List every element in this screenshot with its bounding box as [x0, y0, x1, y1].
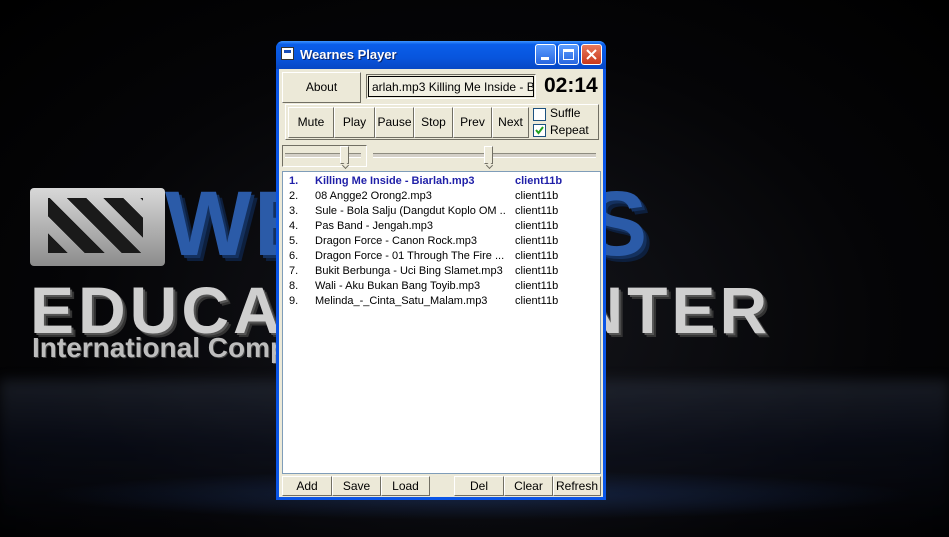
playlist-name: Pas Band - Jengah.mp3: [315, 220, 434, 232]
wallpaper-logo: [30, 188, 165, 266]
pause-button[interactable]: Pause: [375, 107, 414, 138]
add-button-label: Add: [296, 479, 318, 493]
playlist-row[interactable]: 8. Wali - Aku Bukan Bang Toyib.mp3 client1…: [283, 280, 600, 295]
stop-button[interactable]: Stop: [414, 107, 453, 138]
shuffle-checkbox[interactable]: [533, 108, 546, 121]
window-client-area: About arlah.mp3 Killing Me Inside - Bi 0…: [279, 69, 603, 497]
mute-button[interactable]: Mute: [288, 107, 334, 138]
load-button-label: Load: [392, 479, 419, 493]
add-button[interactable]: Add: [282, 476, 332, 496]
playlist-row[interactable]: 9. Melinda_-_Cinta_Satu_Malam.mp3 client11…: [283, 295, 600, 310]
playlist[interactable]: 1. Killing Me Inside - Biarlah.mp3 client1…: [282, 171, 601, 474]
repeat-checkbox[interactable]: [533, 124, 546, 137]
playlist-num: 7.: [289, 265, 299, 277]
playlist-owner: client11b: [515, 205, 559, 217]
now-playing-text: arlah.mp3 Killing Me Inside - Bi: [368, 76, 534, 97]
playlist-num: 4.: [289, 220, 299, 232]
playlist-name: 08 Angge2 Orong2.mp3: [315, 190, 432, 202]
playlist-num: 8.: [289, 280, 299, 292]
save-button-label: Save: [342, 479, 371, 493]
app-icon[interactable]: [281, 47, 294, 60]
about-button[interactable]: About: [282, 72, 361, 103]
playlist-name: Melinda_-_Cinta_Satu_Malam.mp3: [315, 295, 488, 307]
playlist-owner: client11b: [515, 175, 563, 187]
playlist-name: Bukit Berbunga - Uci Bing Slamet.mp3: [315, 265, 503, 277]
close-icon: [586, 49, 597, 60]
playlist-num: 9.: [289, 295, 299, 307]
playlist-owner: client11b: [515, 250, 559, 262]
playlist-num: 6.: [289, 250, 299, 262]
clear-button[interactable]: Clear: [504, 476, 553, 496]
repeat-label: Repeat: [550, 123, 589, 137]
playlist-row[interactable]: 5. Dragon Force - Canon Rock.mp3 client11b: [283, 235, 600, 250]
playlist-num: 5.: [289, 235, 299, 247]
next-button[interactable]: Next: [492, 107, 529, 138]
window-title: Wearnes Player: [300, 47, 397, 62]
playlist-owner: client11b: [515, 280, 559, 292]
load-button[interactable]: Load: [381, 476, 430, 496]
shuffle-label: Suffle: [550, 106, 581, 120]
playlist-num: 2.: [289, 190, 299, 202]
prev-button[interactable]: Prev: [453, 107, 492, 138]
refresh-button[interactable]: Refresh: [553, 476, 601, 496]
playlist-owner: client11b: [515, 190, 559, 202]
checkmark-icon: [535, 126, 544, 135]
playlist-owner: client11b: [515, 295, 559, 307]
seek-slider-thumb[interactable]: [484, 146, 494, 164]
delete-button[interactable]: Del: [454, 476, 504, 496]
playlist-row[interactable]: 1. Killing Me Inside - Biarlah.mp3 client1…: [283, 175, 600, 190]
play-button[interactable]: Play: [334, 107, 375, 138]
playlist-name: Killing Me Inside - Biarlah.mp3: [315, 175, 475, 187]
playlist-row[interactable]: 6. Dragon Force - 01 Through The Fire ...…: [283, 250, 600, 265]
playlist-name: Wali - Aku Bukan Bang Toyib.mp3: [315, 280, 481, 292]
title-bar[interactable]: Wearnes Player: [276, 41, 606, 69]
playlist-owner: client11b: [515, 265, 559, 277]
volume-track: [285, 153, 361, 158]
player-window: Wearnes Player About arlah.mp3 Killing M…: [276, 41, 606, 500]
playlist-row[interactable]: 2. 08 Angge2 Orong2.mp3 client11b: [283, 190, 600, 205]
save-button[interactable]: Save: [332, 476, 381, 496]
playlist-name: Sule - Bola Salju (Dangdut Koplo OM ...: [315, 205, 505, 217]
playlist-owner: client11b: [515, 220, 559, 232]
playlist-num: 3.: [289, 205, 299, 217]
mute-button-label: Mute: [297, 115, 325, 129]
playlist-row[interactable]: 3. Sule - Bola Salju (Dangdut Koplo OM ..…: [283, 205, 600, 220]
playlist-num: 1.: [289, 175, 299, 187]
playlist-row[interactable]: 4. Pas Band - Jengah.mp3 client11b: [283, 220, 600, 235]
playlist-name: Dragon Force - 01 Through The Fire ...: [315, 250, 505, 262]
playlist-row[interactable]: 7. Bukit Berbunga - Uci Bing Slamet.mp3 cl…: [283, 265, 600, 280]
minimize-button[interactable]: [535, 44, 556, 65]
now-playing-display: arlah.mp3 Killing Me Inside - Bi: [366, 74, 536, 99]
delete-button-label: Del: [469, 479, 488, 493]
play-button-label: Play: [342, 115, 367, 129]
maximize-button[interactable]: [558, 44, 579, 65]
next-button-label: Next: [498, 115, 523, 129]
volume-slider-thumb[interactable]: [339, 146, 349, 164]
pause-button-label: Pause: [377, 115, 412, 129]
clear-button-label: Clear: [514, 479, 543, 493]
refresh-button-label: Refresh: [555, 479, 599, 493]
close-button[interactable]: [581, 44, 602, 65]
elapsed-time: 02:14: [544, 74, 598, 97]
playlist-owner: client11b: [515, 235, 559, 247]
playlist-name: Dragon Force - Canon Rock.mp3: [315, 235, 478, 247]
about-button-label: About: [305, 80, 338, 94]
stop-button-label: Stop: [421, 115, 446, 129]
prev-button-label: Prev: [460, 115, 485, 129]
